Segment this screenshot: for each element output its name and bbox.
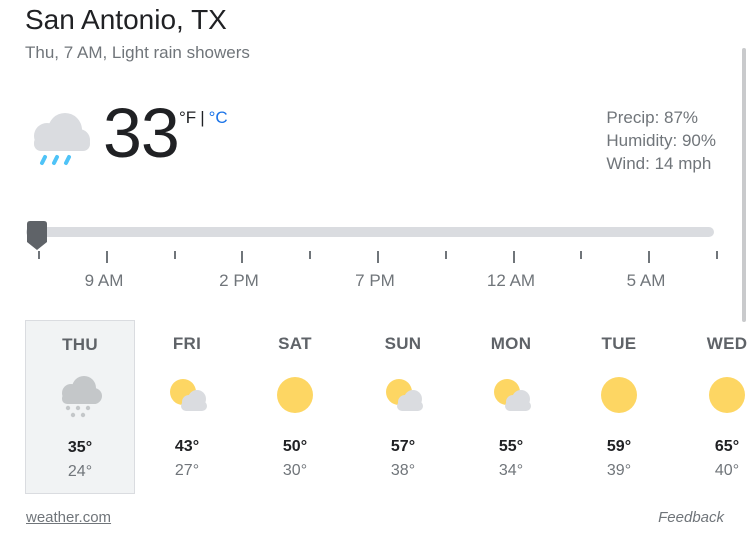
forecast-day-wed[interactable]: WED 65° 40° <box>672 320 750 494</box>
timeline-label-5am: 5 AM <box>626 271 666 290</box>
day-name: SAT <box>278 334 312 353</box>
timeline-tick-major <box>241 251 243 263</box>
timeline-tick-major <box>513 251 515 263</box>
timeline-slider-handle[interactable] <box>24 221 50 251</box>
day-low: 34° <box>498 462 524 479</box>
day-high: 59° <box>606 438 632 455</box>
weather-source-link[interactable]: weather.com <box>26 509 111 526</box>
wind: Wind: 14 mph <box>606 154 712 173</box>
day-high: 55° <box>498 438 524 455</box>
timeline-label-9am: 9 AM <box>84 271 124 290</box>
day-name: WED <box>706 334 748 353</box>
sunny-icon <box>709 377 745 413</box>
fahrenheit-toggle[interactable]: °F <box>179 108 196 127</box>
scrollbar[interactable] <box>742 48 746 322</box>
timeline-label-2pm: 2 PM <box>219 271 259 290</box>
unit-separator: | <box>200 108 205 127</box>
timeline-tick-minor <box>716 251 718 259</box>
day-name: SUN <box>384 334 422 353</box>
timeline-label-12am: 12 AM <box>486 271 536 290</box>
partly-cloudy-icon <box>170 379 207 411</box>
timeline-label-7pm: 7 PM <box>355 271 395 290</box>
current-temperature: 33 <box>103 94 180 172</box>
partly-cloudy-icon <box>386 379 423 411</box>
timeline-tick-minor <box>309 251 311 259</box>
forecast-day-sat[interactable]: SAT 50° 30° <box>240 320 350 494</box>
timeline-tick-major <box>648 251 650 263</box>
location-title: San Antonio, TX <box>25 4 227 35</box>
day-low: 24° <box>67 463 93 480</box>
sunny-icon <box>277 377 313 413</box>
celsius-toggle[interactable]: °C <box>209 108 228 127</box>
sunny-icon <box>601 377 637 413</box>
unit-toggle: °F | °C <box>179 108 228 128</box>
forecast-day-mon[interactable]: MON 55° 34° <box>456 320 566 494</box>
light-rain-showers-icon <box>34 113 90 165</box>
timeline-tick-major <box>377 251 379 263</box>
day-low: 39° <box>606 462 632 479</box>
feedback-link[interactable]: Feedback <box>658 509 724 526</box>
partly-cloudy-icon <box>494 379 531 411</box>
timeline-tick-minor <box>38 251 40 259</box>
day-name: THU <box>62 335 98 354</box>
snow-showers-icon <box>62 376 102 418</box>
day-high: 57° <box>390 438 416 455</box>
day-name: MON <box>490 334 532 353</box>
day-low: 27° <box>174 462 200 479</box>
day-low: 40° <box>714 462 740 479</box>
day-name: FRI <box>172 334 202 353</box>
forecast-day-thu[interactable]: THU 35° 24° <box>25 320 135 494</box>
timeline-tick-minor <box>445 251 447 259</box>
current-conditions-subtitle: Thu, 7 AM, Light rain showers <box>25 43 250 62</box>
day-low: 30° <box>282 462 308 479</box>
weather-details: Precip: 87% Humidity: 90% Wind: 14 mph <box>606 106 716 175</box>
day-high: 35° <box>67 439 93 456</box>
day-low: 38° <box>390 462 416 479</box>
timeline-tick-minor <box>580 251 582 259</box>
forecast-day-fri[interactable]: FRI 43° 27° <box>132 320 242 494</box>
timeline-tick-minor <box>174 251 176 259</box>
day-high: 43° <box>174 438 200 455</box>
day-name: TUE <box>601 334 637 353</box>
humidity: Humidity: 90% <box>606 131 716 150</box>
day-high: 50° <box>282 438 308 455</box>
day-high: 65° <box>714 438 740 455</box>
timeline-tick-major <box>106 251 108 263</box>
precipitation: Precip: 87% <box>606 108 699 127</box>
forecast-day-tue[interactable]: TUE 59° 39° <box>564 320 674 494</box>
forecast-day-sun[interactable]: SUN 57° 38° <box>348 320 458 494</box>
timeline-slider-track[interactable] <box>26 227 714 237</box>
